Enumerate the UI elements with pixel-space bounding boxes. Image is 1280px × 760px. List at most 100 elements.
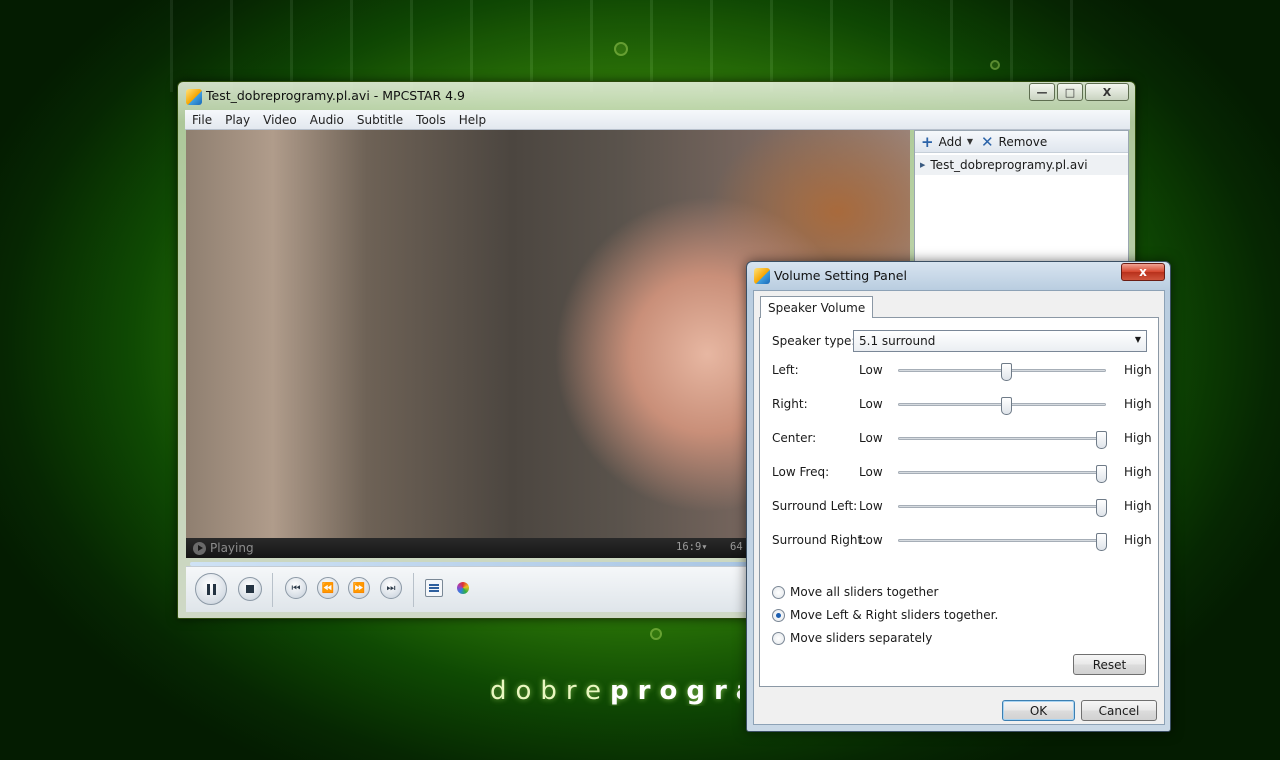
play-marker-icon: ▶ xyxy=(920,161,926,169)
volume-slider-thumb[interactable] xyxy=(1001,397,1013,415)
volume-slider-track[interactable] xyxy=(898,533,1107,551)
pause-button[interactable] xyxy=(195,573,227,605)
playlist-item-label: Test_dobreprogramy.pl.avi xyxy=(930,158,1088,172)
player-title-bar[interactable]: Test_dobreprogramy.pl.avi - MPCSTAR 4.9 … xyxy=(178,82,1135,110)
volume-slider-track[interactable] xyxy=(898,431,1107,449)
volume-dialog-close-button[interactable]: x xyxy=(1121,263,1165,281)
fast-forward-icon: ⏩ xyxy=(352,582,366,594)
color-wheel-icon xyxy=(457,582,469,594)
minimize-button[interactable]: — xyxy=(1029,83,1055,101)
radio-button[interactable] xyxy=(772,631,785,645)
speaker-channel-label: Left: xyxy=(772,363,799,377)
wallpaper-bubble xyxy=(990,60,1000,70)
slider-high-label: High xyxy=(1124,431,1152,445)
menu-file[interactable]: File xyxy=(185,113,218,127)
desktop-wallpaper-band xyxy=(170,0,1130,92)
playlist-remove-label: Remove xyxy=(998,134,1048,149)
player-menu-bar: File Play Video Audio Subtitle Tools Hel… xyxy=(185,110,1130,130)
skip-forward-icon: ⏭ xyxy=(386,582,396,594)
chevron-down-icon: ▼ xyxy=(1134,335,1141,344)
cancel-button[interactable]: Cancel xyxy=(1081,700,1157,721)
speaker-slider-row: Surround Left: Low High xyxy=(760,496,1160,517)
ok-button[interactable]: OK xyxy=(1002,700,1075,721)
speaker-type-value: 5.1 surround xyxy=(859,334,936,348)
volume-slider-thumb[interactable] xyxy=(1095,533,1107,551)
reset-button[interactable]: Reset xyxy=(1073,654,1146,675)
chevron-down-icon[interactable]: ▼ xyxy=(967,137,973,146)
maximize-button[interactable]: □ xyxy=(1057,83,1083,101)
volume-slider-track[interactable] xyxy=(898,397,1106,415)
mpcstar-app-icon xyxy=(186,89,202,105)
speaker-slider-row: Low Freq: Low High xyxy=(760,462,1160,483)
playlist-toolbar: + Add ▼ ✕ Remove xyxy=(915,131,1128,153)
skip-back-icon: ⏮ xyxy=(291,582,301,594)
fast-forward-button[interactable]: ⏩ xyxy=(348,577,370,599)
volume-slider-thumb[interactable] xyxy=(1001,363,1013,381)
rewind-icon: ⏪ xyxy=(321,582,335,594)
speaker-slider-row: Right: Low High xyxy=(760,394,1160,415)
playlist-icon xyxy=(429,584,439,592)
playlist-item[interactable]: ▶ Test_dobreprogramy.pl.avi xyxy=(915,155,1128,175)
remove-icon: ✕ xyxy=(980,132,994,151)
menu-help[interactable]: Help xyxy=(452,113,492,127)
speaker-slider-row: Surround Right: Low High xyxy=(760,530,1160,551)
playlist-toggle-button[interactable] xyxy=(425,579,443,597)
volume-slider-thumb[interactable] xyxy=(1095,465,1107,483)
radio-move-all[interactable]: Move all sliders together xyxy=(772,584,938,600)
menu-subtitle[interactable]: Subtitle xyxy=(350,113,409,127)
radio-label: Move sliders separately xyxy=(790,631,933,645)
controls-separator xyxy=(413,573,414,607)
radio-move-separately[interactable]: Move sliders separately xyxy=(772,630,932,646)
playlist-remove-button[interactable]: ✕ Remove xyxy=(981,133,1047,151)
speaker-channel-label: Low Freq: xyxy=(772,465,830,479)
volume-dialog-client: Speaker Volume Speaker type: 5.1 surroun… xyxy=(753,290,1165,725)
player-window-title: Test_dobreprogramy.pl.avi - MPCSTAR 4.9 xyxy=(206,88,465,103)
time-display: 64 xyxy=(730,541,743,553)
volume-slider-thumb[interactable] xyxy=(1095,499,1107,517)
slider-low-label: Low xyxy=(859,465,883,479)
playback-state: Playing xyxy=(210,541,254,555)
speaker-channel-label: Surround Right: xyxy=(772,533,867,547)
stop-icon xyxy=(246,585,254,593)
menu-play[interactable]: Play xyxy=(218,113,256,127)
slider-low-label: Low xyxy=(859,363,883,377)
radio-move-left-right[interactable]: Move Left & Right sliders together. xyxy=(772,607,998,623)
volume-slider-track[interactable] xyxy=(898,363,1106,381)
previous-button[interactable]: ⏮ xyxy=(285,577,307,599)
player-caption-buttons: — □ X xyxy=(1029,83,1129,101)
slider-low-label: Low xyxy=(859,499,883,513)
volume-dialog-title: Volume Setting Panel xyxy=(774,268,907,283)
volume-slider-track[interactable] xyxy=(898,499,1107,517)
playlist-add-label: Add xyxy=(938,134,962,149)
rewind-button[interactable]: ⏪ xyxy=(317,577,339,599)
radio-label: Move Left & Right sliders together. xyxy=(790,608,999,622)
playlist-add-button[interactable]: + Add ▼ xyxy=(921,133,973,151)
volume-slider-track[interactable] xyxy=(898,465,1107,483)
aspect-ratio-selector[interactable]: 16:9▾ xyxy=(676,541,708,553)
speaker-type-select[interactable]: 5.1 surround ▼ xyxy=(853,330,1147,352)
mpcstar-app-icon xyxy=(754,268,770,284)
color-settings-button[interactable] xyxy=(454,579,472,597)
slider-high-label: High xyxy=(1124,397,1152,411)
volume-slider-thumb[interactable] xyxy=(1095,431,1107,449)
close-button[interactable]: X xyxy=(1085,83,1129,101)
volume-setting-dialog: Volume Setting Panel x Speaker Volume Sp… xyxy=(746,261,1171,732)
menu-audio[interactable]: Audio xyxy=(303,113,350,127)
playing-status-icon xyxy=(193,541,206,555)
menu-video[interactable]: Video xyxy=(256,113,303,127)
wallpaper-bubble xyxy=(614,42,628,56)
menu-tools[interactable]: Tools xyxy=(409,113,452,127)
stop-button[interactable] xyxy=(238,577,262,601)
next-button[interactable]: ⏭ xyxy=(380,577,402,599)
speaker-channel-label: Right: xyxy=(772,397,808,411)
radio-button[interactable] xyxy=(772,585,785,599)
dobreprogramy-logo: dobreprogra xyxy=(490,676,740,706)
playlist-panel: + Add ▼ ✕ Remove ▶ Test_dobreprogramy.pl… xyxy=(914,130,1129,270)
speaker-type-label: Speaker type: xyxy=(772,334,856,348)
wallpaper-bubble xyxy=(650,628,662,640)
slider-high-label: High xyxy=(1124,465,1152,479)
radio-label: Move all sliders together xyxy=(790,585,939,599)
radio-button[interactable] xyxy=(772,608,785,622)
pause-icon xyxy=(206,583,216,595)
tab-speaker-volume[interactable]: Speaker Volume xyxy=(760,296,874,318)
